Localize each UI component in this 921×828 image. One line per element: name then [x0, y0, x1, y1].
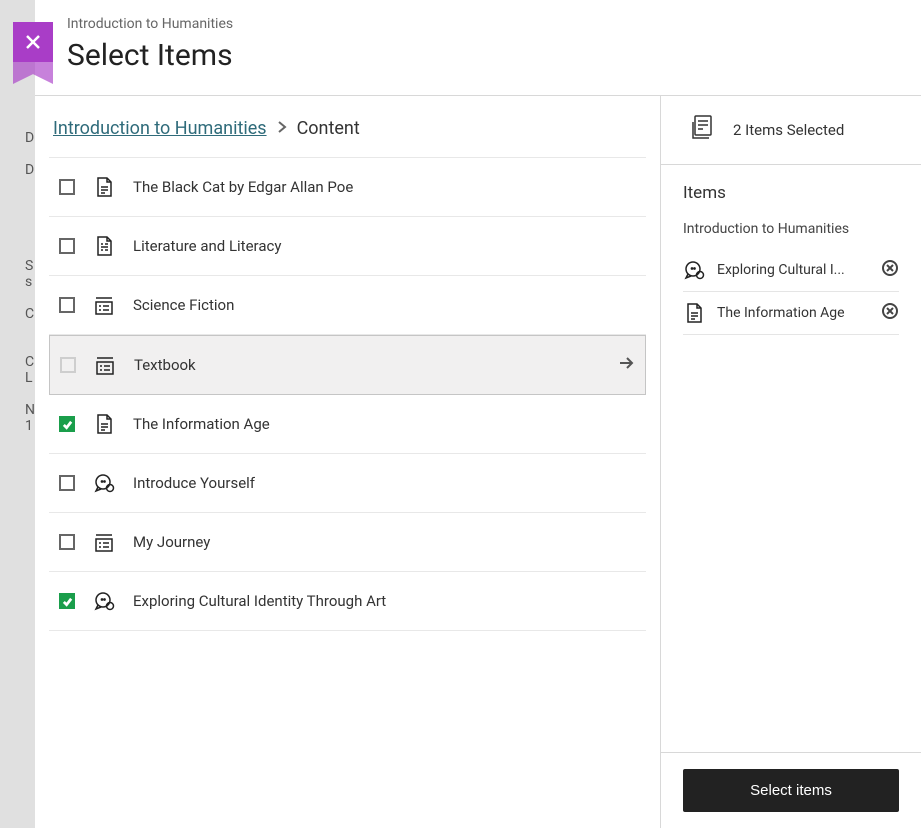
selection-header: 2 Items Selected — [661, 96, 921, 165]
chevron-right-icon — [277, 118, 287, 139]
checkbox[interactable] — [60, 357, 76, 373]
item-label: The Information Age — [133, 415, 636, 433]
document-icon — [683, 302, 705, 324]
backdrop-content: DDSsCCLN1 — [25, 130, 35, 434]
items-heading: Items — [683, 183, 899, 203]
item-label: Textbook — [134, 356, 599, 374]
item-label: Literature and Literacy — [133, 237, 636, 255]
item-label: Science Fiction — [133, 296, 636, 314]
checkbox[interactable] — [59, 297, 75, 313]
breadcrumb: Introduction to Humanities Content — [49, 118, 646, 139]
modal-header: Introduction to Humanities Select Items — [35, 0, 921, 96]
selected-item-label: Exploring Cultural I... — [717, 262, 869, 278]
list-item[interactable]: Science Fiction — [49, 276, 646, 335]
selected-item-label: The Information Age — [717, 305, 869, 321]
list-icon — [93, 531, 115, 553]
item-list: The Black Cat by Edgar Allan Poe Literatu… — [49, 157, 646, 631]
discussion-icon — [93, 472, 115, 494]
selection-footer: Select items — [661, 752, 921, 828]
remove-button[interactable] — [881, 259, 899, 281]
list-item[interactable]: Literature and Literacy — [49, 217, 646, 276]
group-label: Introduction to Humanities — [683, 221, 899, 237]
list-item[interactable]: Textbook — [49, 335, 646, 395]
checkbox[interactable] — [59, 475, 75, 491]
document-icon — [93, 413, 115, 435]
select-items-modal: Introduction to Humanities Select Items … — [35, 0, 921, 828]
item-label: The Black Cat by Edgar Allan Poe — [133, 178, 636, 196]
selected-item: Exploring Cultural I... — [683, 249, 899, 292]
selection-panel: 2 Items Selected Items Introduction to H… — [661, 96, 921, 828]
list-item[interactable]: The Information Age — [49, 395, 646, 454]
select-items-button[interactable]: Select items — [683, 769, 899, 812]
document-icon — [93, 176, 115, 198]
checkbox[interactable] — [59, 416, 75, 432]
remove-button[interactable] — [881, 302, 899, 324]
page-title: Select Items — [67, 38, 901, 73]
selected-list: Exploring Cultural I... The Information A… — [683, 249, 899, 335]
header-breadcrumb: Introduction to Humanities — [67, 16, 901, 32]
selected-item: The Information Age — [683, 292, 899, 335]
item-label: Exploring Cultural Identity Through Art — [133, 592, 636, 610]
list-item[interactable]: The Black Cat by Edgar Allan Poe — [49, 158, 646, 217]
breadcrumb-current: Content — [297, 118, 360, 139]
selection-icon — [689, 114, 717, 146]
list-icon — [93, 294, 115, 316]
list-item[interactable]: Introduce Yourself — [49, 454, 646, 513]
browse-panel: Introduction to Humanities Content The B… — [35, 96, 661, 828]
checkbox[interactable] — [59, 179, 75, 195]
selection-count: 2 Items Selected — [733, 121, 844, 139]
document-lines-icon — [93, 235, 115, 257]
selection-body: Items Introduction to Humanities Explori… — [661, 165, 921, 752]
discussion-icon — [683, 259, 705, 281]
close-icon — [23, 32, 43, 52]
breadcrumb-parent-link[interactable]: Introduction to Humanities — [53, 118, 267, 139]
arrow-right-icon[interactable] — [617, 354, 635, 376]
checkbox[interactable] — [59, 534, 75, 550]
checkbox[interactable] — [59, 238, 75, 254]
discussion-icon — [93, 590, 115, 612]
list-item[interactable]: Exploring Cultural Identity Through Art — [49, 572, 646, 631]
modal-body: Introduction to Humanities Content The B… — [35, 96, 921, 828]
item-label: Introduce Yourself — [133, 474, 636, 492]
checkbox[interactable] — [59, 593, 75, 609]
item-label: My Journey — [133, 533, 636, 551]
close-button[interactable] — [13, 22, 53, 62]
list-item[interactable]: My Journey — [49, 513, 646, 572]
list-icon — [94, 354, 116, 376]
